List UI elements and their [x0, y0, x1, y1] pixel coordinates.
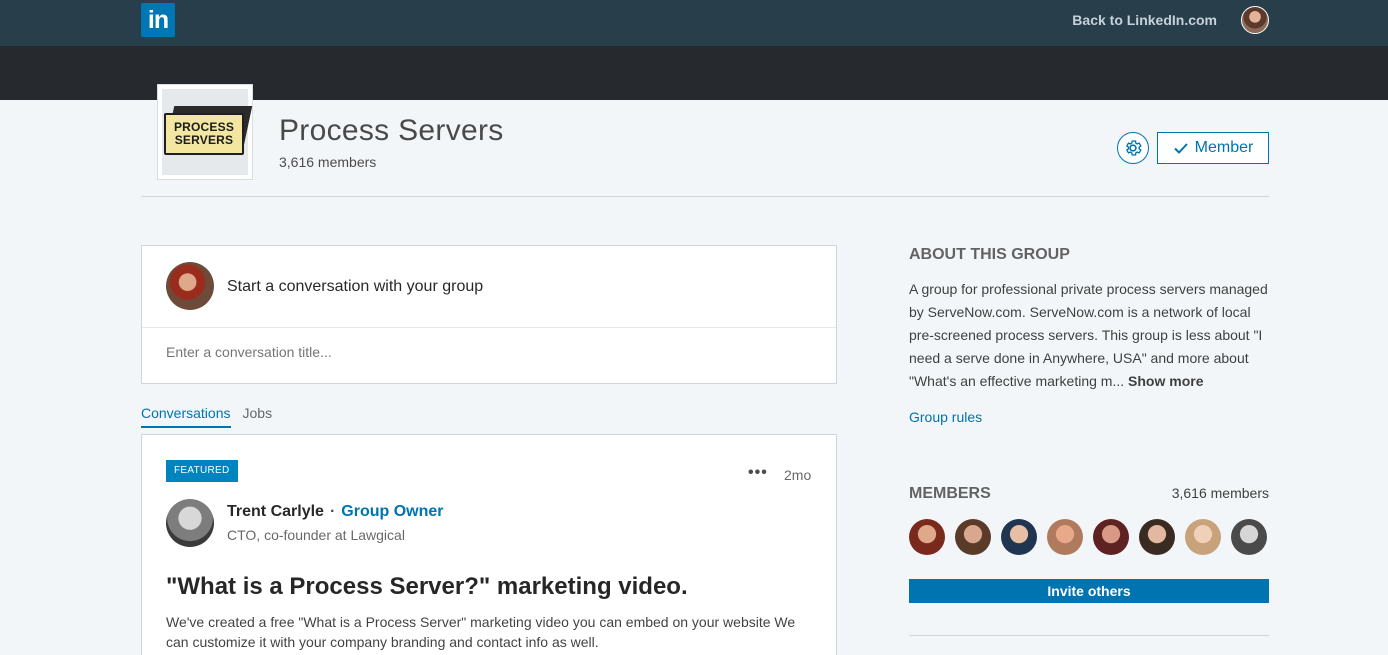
linkedin-logo-icon[interactable]: in: [141, 3, 175, 37]
member-avatar[interactable]: [1231, 519, 1267, 555]
member-avatar[interactable]: [1185, 519, 1221, 555]
composer-prompt[interactable]: Start a conversation with your group: [227, 278, 483, 296]
feed-tabs: Conversations Jobs: [141, 404, 272, 430]
author-name[interactable]: Trent Carlyle: [227, 503, 324, 521]
conversation-title-input[interactable]: [166, 344, 806, 360]
member-button-label: Member: [1194, 139, 1254, 156]
group-logo-image: PROCESS SERVERS: [162, 89, 253, 175]
author-line: Trent Carlyle · Group Owner: [227, 503, 444, 521]
post-title[interactable]: "What is a Process Server?" marketing vi…: [166, 573, 688, 601]
group-member-count[interactable]: 3,616 members: [279, 154, 376, 170]
group-settings-button[interactable]: [1117, 132, 1149, 164]
tab-conversations[interactable]: Conversations: [141, 404, 231, 428]
group-title: Process Servers: [279, 114, 504, 147]
user-avatar[interactable]: [1241, 6, 1269, 34]
more-options-icon[interactable]: •••: [748, 465, 768, 481]
invite-others-button[interactable]: Invite others: [909, 579, 1269, 603]
sidebar-divider: [909, 635, 1269, 636]
member-button[interactable]: Member: [1157, 132, 1269, 164]
featured-post: FEATURED ••• 2mo Trent Carlyle · Group O…: [141, 434, 837, 655]
author-role: Group Owner: [341, 503, 444, 520]
member-avatar[interactable]: [1139, 519, 1175, 555]
member-avatar[interactable]: [909, 519, 945, 555]
member-avatar[interactable]: [955, 519, 991, 555]
author-avatar[interactable]: [166, 499, 214, 547]
group-header: PROCESS SERVERS Process Servers 3,616 me…: [141, 84, 1269, 197]
group-rules-link[interactable]: Group rules: [909, 409, 982, 425]
checkmark-icon: [1173, 143, 1188, 154]
featured-badge: FEATURED: [166, 460, 238, 482]
post-body: We've created a free "What is a Process …: [166, 614, 796, 650]
top-navigation-bar: in Back to LinkedIn.com: [0, 0, 1388, 46]
member-avatar[interactable]: [1001, 519, 1037, 555]
member-avatar[interactable]: [1047, 519, 1083, 555]
author-headline: CTO, co-founder at Lawgical: [227, 527, 405, 543]
about-group-text: A group for professional private process…: [909, 278, 1269, 393]
show-more-link[interactable]: Show more: [1128, 373, 1203, 389]
gear-icon: [1126, 140, 1142, 156]
author-separator: ·: [329, 503, 336, 520]
tab-jobs[interactable]: Jobs: [243, 404, 273, 428]
post-timestamp: 2mo: [784, 467, 812, 483]
members-heading: MEMBERS: [909, 485, 991, 502]
back-to-linkedin-link[interactable]: Back to LinkedIn.com: [1072, 12, 1217, 28]
composer-avatar: [166, 262, 214, 310]
group-logo: PROCESS SERVERS: [157, 84, 253, 180]
about-group-heading: ABOUT THIS GROUP: [909, 246, 1070, 263]
member-avatar[interactable]: [1093, 519, 1129, 555]
member-avatars: [909, 519, 1267, 555]
conversation-composer: Start a conversation with your group: [141, 245, 837, 384]
about-group-description: A group for professional private process…: [909, 281, 1268, 389]
folder-icon: PROCESS SERVERS: [164, 113, 244, 155]
members-count[interactable]: 3,616 members: [1172, 485, 1269, 501]
composer-header[interactable]: Start a conversation with your group: [142, 246, 836, 328]
group-logo-text-line2: SERVERS: [174, 133, 234, 147]
